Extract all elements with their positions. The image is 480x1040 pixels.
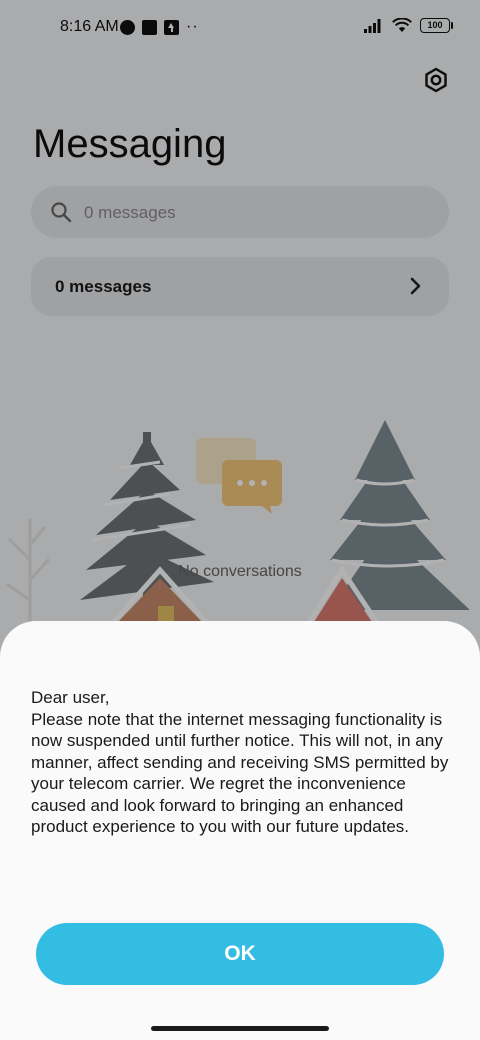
notice-dialog: Dear user, Please note that the internet… (0, 621, 480, 1040)
home-indicator[interactable] (151, 1026, 329, 1031)
dialog-message: Dear user, Please note that the internet… (31, 687, 461, 838)
ok-button[interactable]: OK (36, 923, 444, 985)
dialog-body: Please note that the internet messaging … (31, 709, 449, 837)
dialog-greeting: Dear user, (31, 688, 110, 707)
